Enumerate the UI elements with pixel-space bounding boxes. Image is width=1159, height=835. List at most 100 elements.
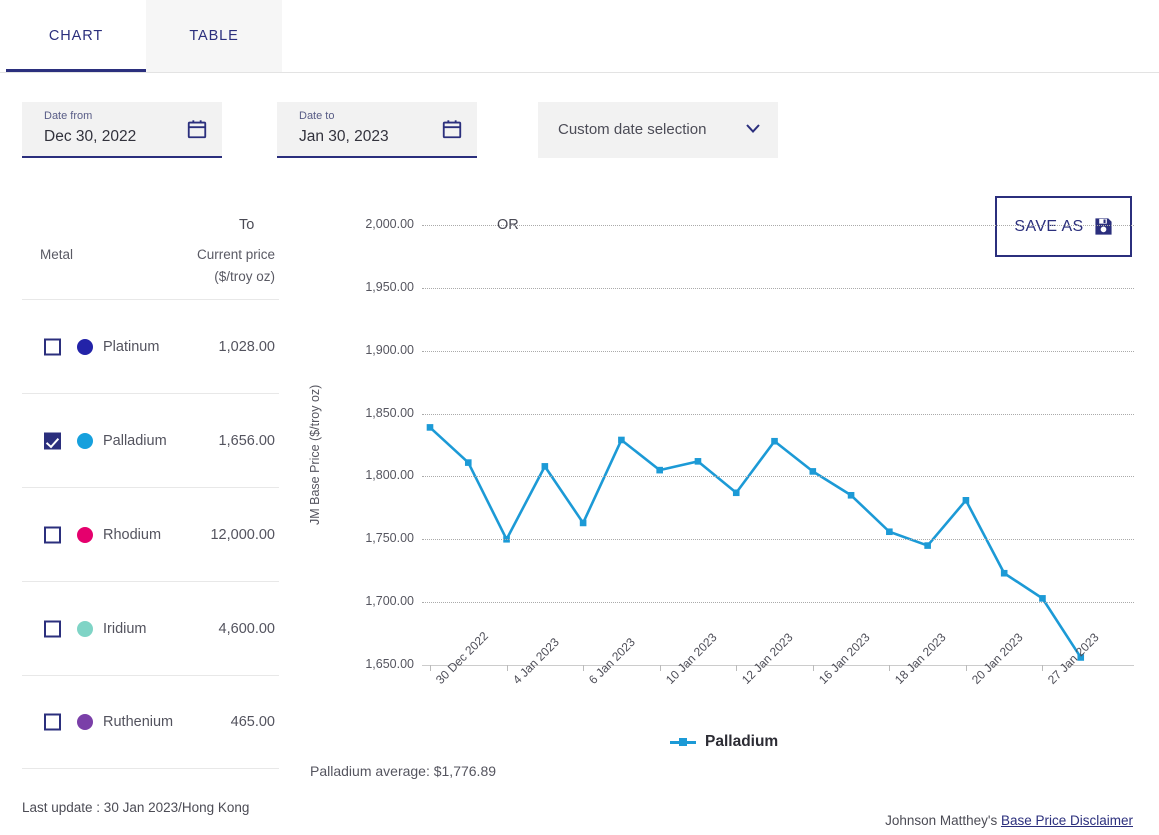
data-point[interactable] [1001, 570, 1008, 577]
metal-rows-container: Platinum 1,028.00 Palladium 1,656.00 Rhodium… [22, 299, 279, 769]
data-point[interactable] [963, 497, 970, 504]
metal-row[interactable]: Ruthenium 465.00 [22, 675, 279, 769]
metal-price: 465.00 [231, 714, 275, 730]
y-tick-label: 1,700.00 [344, 594, 414, 608]
chart-grid [422, 225, 1134, 665]
metal-color-dot [77, 527, 93, 543]
data-point[interactable] [580, 520, 587, 527]
data-point[interactable] [542, 463, 549, 470]
x-tick-mark [736, 665, 737, 671]
gridline [422, 602, 1134, 603]
tab-chart-label: CHART [49, 28, 103, 44]
data-point[interactable] [656, 467, 663, 474]
data-point[interactable] [848, 492, 855, 499]
custom-date-selection-dropdown[interactable]: Custom date selection [538, 102, 778, 158]
disclaimer: Johnson Matthey's Base Price Disclaimer [885, 813, 1133, 828]
metal-name: Iridium [103, 621, 147, 637]
custom-date-selection-value: Custom date selection [558, 121, 706, 138]
metal-checkbox-palladium[interactable] [44, 432, 61, 449]
metal-name: Ruthenium [103, 714, 173, 730]
metal-color-dot [77, 433, 93, 449]
data-point[interactable] [886, 528, 893, 535]
data-point[interactable] [427, 424, 434, 431]
y-axis-title: JM Base Price ($/troy oz) [308, 385, 322, 525]
y-tick-label: 1,950.00 [344, 280, 414, 294]
y-tick-label: 2,000.00 [344, 217, 414, 231]
tab-bar-baseline [0, 72, 1159, 73]
column-header-metal: Metal [40, 247, 73, 262]
disclaimer-prefix: Johnson Matthey's [885, 813, 1001, 828]
data-point[interactable] [924, 542, 931, 549]
date-from-label: Date from [44, 110, 92, 122]
x-tick-mark [813, 665, 814, 671]
metal-name: Platinum [103, 339, 159, 355]
controls-row: Date from Dec 30, 2022 To Date to Jan 30… [0, 95, 1159, 175]
average-text: Palladium average: $1,776.89 [310, 763, 496, 779]
metal-color-dot [77, 714, 93, 730]
series-line [430, 427, 1081, 657]
column-header-unit: ($/troy oz) [125, 269, 275, 284]
metal-row[interactable]: Rhodium12,000.00 [22, 487, 279, 581]
y-axis-ticks: 2,000.001,950.001,900.001,850.001,800.00… [322, 225, 414, 665]
date-to-field[interactable]: Date to Jan 30, 2023 [277, 102, 477, 158]
date-from-field[interactable]: Date from Dec 30, 2022 [22, 102, 222, 158]
date-to-label: Date to [299, 110, 334, 122]
tab-bar: CHART TABLE [0, 0, 1159, 73]
data-point[interactable] [810, 468, 817, 475]
gridline [422, 476, 1134, 477]
gridline [422, 539, 1134, 540]
gridline [422, 225, 1134, 226]
tab-chart[interactable]: CHART [6, 0, 146, 72]
metal-list-header: Metal Current price ($/troy oz) [22, 225, 279, 299]
x-tick-mark [1042, 665, 1043, 671]
x-tick-mark [583, 665, 584, 671]
metal-checkbox-ruthenium[interactable] [44, 714, 61, 731]
last-update-text: Last update : 30 Jan 2023/Hong Kong [22, 800, 249, 815]
metal-color-dot [77, 339, 93, 355]
data-point[interactable] [771, 438, 778, 445]
calendar-icon[interactable] [186, 118, 208, 140]
base-price-disclaimer-link[interactable]: Base Price Disclaimer [1001, 813, 1133, 828]
gridline [422, 288, 1134, 289]
date-to-value: Jan 30, 2023 [299, 128, 389, 146]
metal-price: 1,028.00 [219, 339, 275, 355]
tab-table[interactable]: TABLE [146, 0, 282, 72]
y-tick-label: 1,850.00 [344, 406, 414, 420]
data-point[interactable] [618, 437, 625, 444]
y-tick-label: 1,750.00 [344, 531, 414, 545]
gridline [422, 351, 1134, 352]
data-point[interactable] [733, 489, 740, 496]
x-tick-mark [889, 665, 890, 671]
data-point[interactable] [465, 459, 472, 466]
metal-row[interactable]: Iridium4,600.00 [22, 581, 279, 675]
x-tick-mark [430, 665, 431, 671]
series-palladium [422, 225, 1134, 665]
chevron-down-icon[interactable] [746, 124, 760, 133]
metal-color-dot [77, 621, 93, 637]
metal-price: 1,656.00 [219, 433, 275, 449]
y-tick-label: 1,800.00 [344, 468, 414, 482]
metal-price: 12,000.00 [210, 527, 275, 543]
metal-checkbox-platinum[interactable] [44, 338, 61, 355]
date-from-value: Dec 30, 2022 [44, 128, 136, 146]
calendar-icon[interactable] [441, 118, 463, 140]
x-tick-mark [507, 665, 508, 671]
y-tick-label: 1,650.00 [344, 657, 414, 671]
metal-prices-page: CHART TABLE Date from Dec 30, 2022 To Da… [0, 0, 1159, 835]
gridline [422, 414, 1134, 415]
metal-checkbox-rhodium[interactable] [44, 526, 61, 543]
tab-table-label: TABLE [189, 28, 238, 44]
metal-list: Metal Current price ($/troy oz) Platinum… [22, 225, 279, 769]
x-tick-mark [966, 665, 967, 671]
y-tick-label: 1,900.00 [344, 343, 414, 357]
metal-row[interactable]: Platinum 1,028.00 [22, 299, 279, 393]
chart-legend: Palladium [670, 733, 778, 751]
metal-checkbox-iridium[interactable] [44, 620, 61, 637]
data-point[interactable] [695, 458, 702, 465]
legend-label-palladium: Palladium [705, 733, 778, 751]
metal-name: Palladium [103, 433, 167, 449]
legend-marker-palladium [670, 741, 696, 744]
metal-row[interactable]: Palladium 1,656.00 [22, 393, 279, 487]
data-point[interactable] [1039, 595, 1046, 602]
x-tick-mark [660, 665, 661, 671]
